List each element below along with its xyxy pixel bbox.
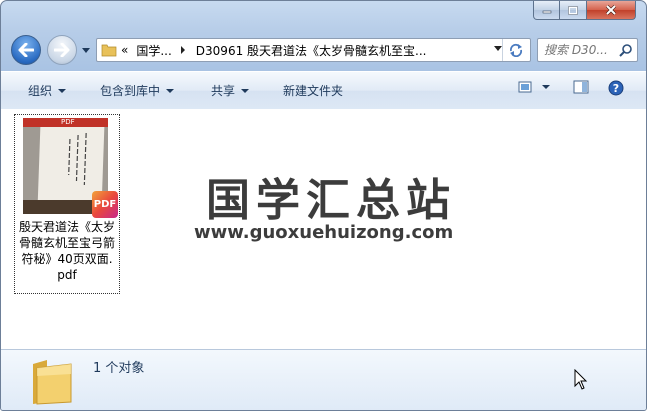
back-button[interactable] [11, 35, 41, 65]
file-name-line: 骨髓玄机至宝弓箭 [18, 236, 115, 250]
arrow-right-icon [54, 43, 70, 57]
breadcrumb-item[interactable]: 国学... [136, 42, 171, 59]
forward-button[interactable] [47, 35, 77, 65]
maximize-button[interactable] [560, 1, 587, 20]
share-label: 共享 [211, 84, 236, 98]
file-name-line: pdf [57, 268, 77, 282]
organize-menu[interactable]: 组织 [28, 82, 67, 99]
help-icon: ? [608, 80, 624, 96]
mouse-cursor-icon [574, 369, 588, 390]
thumbnail-top-band: PDF [23, 118, 108, 127]
watermark-url: www.guoxuehuizong.com [194, 222, 454, 243]
search-icon[interactable] [619, 43, 633, 57]
search-box[interactable] [537, 38, 638, 62]
arrow-left-icon [18, 43, 34, 57]
refresh-icon [509, 43, 523, 57]
folder-icon [101, 44, 117, 57]
maximize-icon [568, 5, 578, 15]
view-options-button[interactable] [517, 80, 551, 94]
chevron-down-icon [166, 88, 175, 93]
search-input[interactable] [544, 41, 614, 59]
chevron-right-icon[interactable] [180, 46, 186, 54]
watermark-title: 国学汇总站 [206, 175, 456, 226]
new-folder-label: 新建文件夹 [283, 84, 344, 98]
command-bar: 组织 包含到库中 共享 新建文件夹 ? [1, 71, 646, 110]
object-count: 1 个对象 [93, 361, 145, 376]
chevron-down-icon [542, 85, 550, 89]
minimize-button[interactable] [533, 1, 560, 20]
file-name: 殷天君道法《太岁 骨髓玄机至宝弓箭 符秘》40页双面. pdf [15, 219, 119, 283]
breadcrumb-current[interactable]: D30961 殷天君道法《太岁骨髓玄机至宝... [196, 42, 427, 59]
pdf-badge-label: PDF [93, 199, 117, 210]
pdf-icon: PDF [92, 191, 118, 218]
close-icon [605, 5, 617, 15]
details-pane: 1 个对象 [1, 349, 646, 410]
svg-text:?: ? [613, 82, 619, 95]
file-list-pane[interactable]: PDF PDF 殷天君道法《太岁 骨髓玄机至宝弓箭 符秘》40页双面. pdf … [1, 109, 646, 349]
chevron-down-icon [58, 88, 67, 93]
address-bar[interactable]: « 国学... D30961 殷天君道法《太岁骨髓玄机至宝... [96, 38, 531, 62]
close-button[interactable] [587, 1, 636, 20]
folder-icon [33, 360, 72, 405]
include-library-label: 包含到库中 [100, 84, 161, 98]
share-menu[interactable]: 共享 [211, 82, 250, 99]
minimize-icon [542, 10, 551, 14]
refresh-button[interactable] [502, 39, 529, 61]
navigation-row: « 国学... D30961 殷天君道法《太岁骨髓玄机至宝... [1, 33, 646, 69]
file-name-line: 殷天君道法《太岁 [18, 220, 115, 234]
breadcrumb-overflow[interactable]: « [121, 43, 128, 57]
file-item-pdf[interactable]: PDF PDF 殷天君道法《太岁 骨髓玄机至宝弓箭 符秘》40页双面. pdf [14, 114, 120, 294]
organize-label: 组织 [28, 84, 53, 98]
view-icon [518, 81, 532, 93]
chevron-down-icon [241, 88, 250, 93]
explorer-window: « 国学... D30961 殷天君道法《太岁骨髓玄机至宝... 组织 包含到库… [0, 0, 647, 411]
chevron-down-icon[interactable] [494, 46, 502, 52]
help-button[interactable]: ? [606, 80, 626, 96]
preview-pane-button[interactable] [571, 80, 591, 94]
file-name-line: 符秘》40页双面. [21, 252, 113, 266]
new-folder-button[interactable]: 新建文件夹 [283, 82, 343, 99]
recent-pages-dropdown[interactable] [81, 45, 91, 55]
include-library-menu[interactable]: 包含到库中 [100, 82, 175, 99]
title-bar [1, 1, 646, 31]
preview-pane-icon [573, 80, 589, 94]
thumbnail-band-text: PDF [61, 118, 75, 126]
